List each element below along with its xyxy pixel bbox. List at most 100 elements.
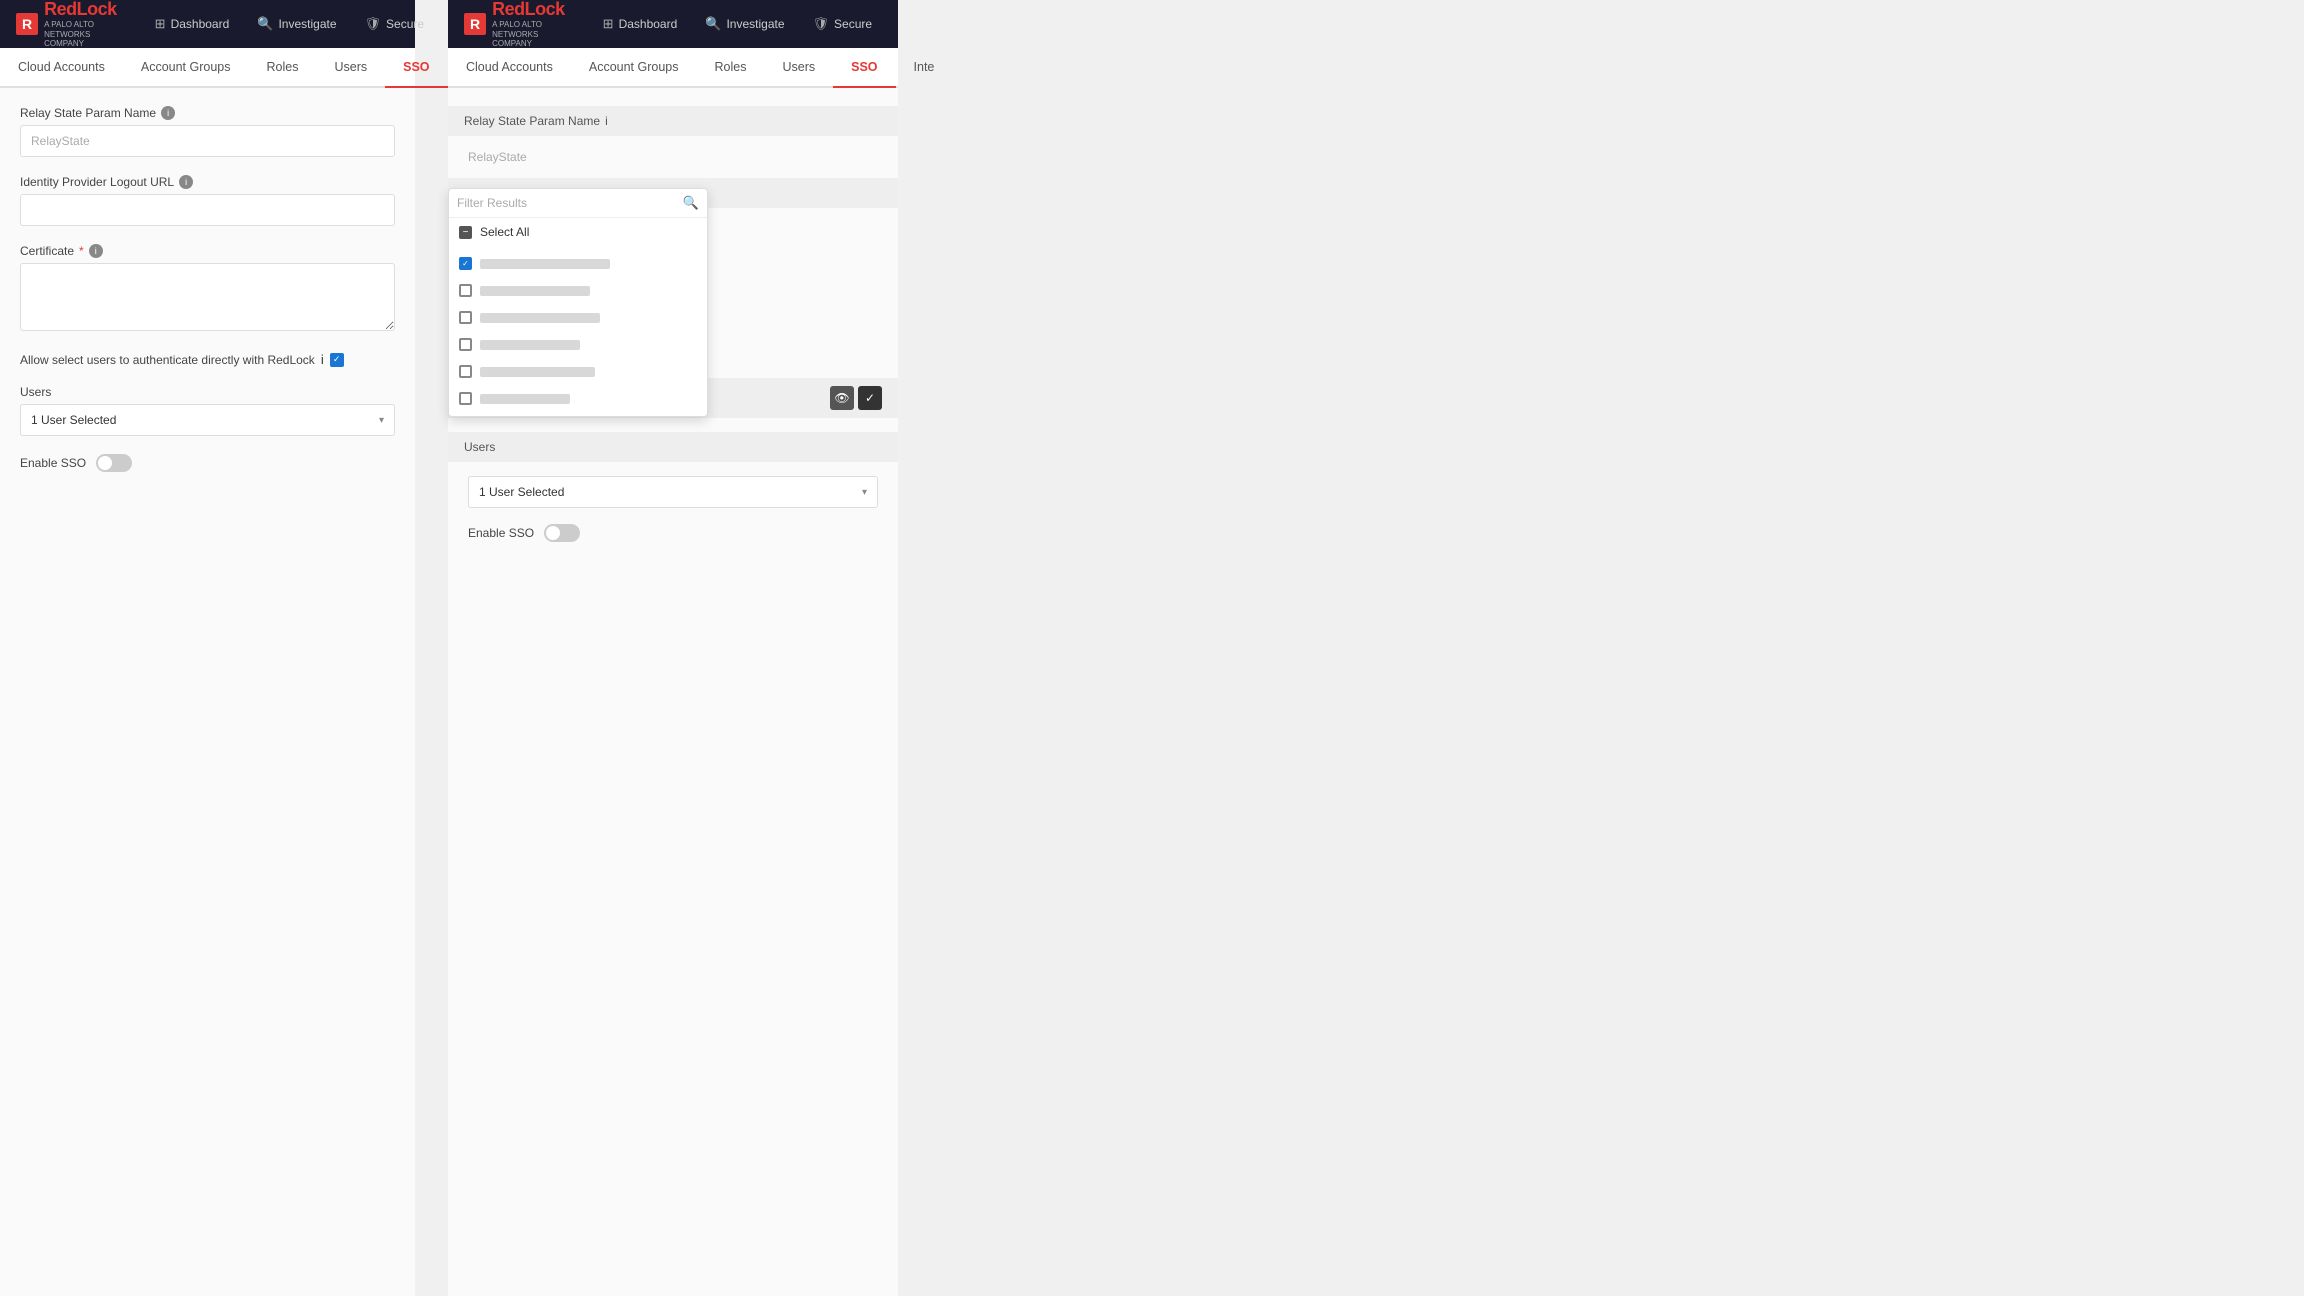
- certificate-info-icon-left[interactable]: i: [89, 244, 103, 258]
- certificate-group-left: Certificate * i: [20, 244, 395, 334]
- nav-dashboard-right[interactable]: ⊞ Dashboard: [589, 0, 692, 48]
- nav-secure-left[interactable]: 🛡 Secure: [351, 0, 439, 48]
- relay-state-info-icon-right[interactable]: i: [605, 114, 608, 128]
- nav-dashboard-left[interactable]: ⊞ Dashboard: [141, 0, 244, 48]
- subnav-cloud-accounts-right[interactable]: Cloud Accounts: [448, 48, 571, 88]
- popup-item-label-6: [480, 394, 570, 404]
- users-dropdown-value-left: 1 User Selected: [31, 413, 116, 427]
- allow-select-label-left: Allow select users to authenticate direc…: [20, 353, 315, 367]
- check-icon-button[interactable]: ✓: [858, 386, 882, 410]
- icon-buttons-area: 👁 ✓: [830, 386, 882, 410]
- dropdown-popup-right: 🔍 Select All: [448, 188, 708, 417]
- subnav-roles-right[interactable]: Roles: [697, 48, 765, 88]
- enable-sso-row-right: Enable SSO: [468, 524, 878, 542]
- enable-sso-label-right: Enable SSO: [468, 526, 534, 540]
- content-area-left: Relay State Param Name i Identity Provid…: [0, 88, 415, 1296]
- dashboard-icon-right: ⊞: [603, 16, 614, 32]
- users-dropdown-left[interactable]: 1 User Selected ▾: [20, 404, 395, 436]
- logo-right: R RedLock A PALO ALTO NETWORKS COMPANY: [464, 0, 565, 49]
- popup-select-all[interactable]: Select All: [449, 218, 707, 246]
- subnav-users-left[interactable]: Users: [316, 48, 385, 88]
- nav-investigate-label-right: Investigate: [726, 17, 784, 31]
- topbar-nav-right: ⊞ Dashboard 🔍 Investigate 🛡 Secure: [589, 0, 886, 48]
- idp-logout-info-icon-left[interactable]: i: [179, 175, 193, 189]
- users-dropdown-value-right: 1 User Selected: [479, 485, 564, 499]
- select-all-checkbox[interactable]: [459, 226, 472, 239]
- subnav-cloud-accounts-left[interactable]: Cloud Accounts: [0, 48, 123, 88]
- logo-text-left: RedLock: [44, 0, 117, 20]
- users-dropdown-right[interactable]: 1 User Selected ▾: [468, 476, 878, 508]
- eye-icon-button[interactable]: 👁: [830, 386, 854, 410]
- idp-logout-input-left[interactable]: [20, 194, 395, 226]
- certificate-label-left: Certificate * i: [20, 244, 395, 258]
- allow-select-info-icon-left[interactable]: i: [321, 352, 324, 367]
- subnav-users-right[interactable]: Users: [764, 48, 833, 88]
- investigate-icon-left: 🔍: [257, 16, 273, 32]
- logo-sub-right: A PALO ALTO NETWORKS COMPANY: [492, 20, 565, 49]
- popup-list-item[interactable]: [449, 358, 707, 385]
- logo-badge: R: [16, 13, 38, 35]
- popup-list-item[interactable]: [449, 277, 707, 304]
- popup-list-item[interactable]: [449, 304, 707, 331]
- popup-item-label-1: [480, 259, 610, 269]
- topbar-left: R RedLock A PALO ALTO NETWORKS COMPANY ⊞…: [0, 0, 415, 48]
- popup-item-checkbox-3[interactable]: [459, 311, 472, 324]
- relay-state-input-left[interactable]: [20, 125, 395, 157]
- popup-item-checkbox-5[interactable]: [459, 365, 472, 378]
- popup-item-label-5: [480, 367, 595, 377]
- logo-badge-right: R: [464, 13, 486, 35]
- allow-select-checkbox-left[interactable]: [330, 353, 344, 367]
- logo-left: R RedLock A PALO ALTO NETWORKS COMPANY: [16, 0, 117, 49]
- nav-secure-label-left: Secure: [386, 17, 424, 31]
- popup-item-checkbox-4[interactable]: [459, 338, 472, 351]
- logo-text-right: RedLock: [492, 0, 565, 20]
- enable-sso-toggle-right[interactable]: [544, 524, 580, 542]
- content-area-right: Relay State Param Name i RelayState Iden…: [448, 88, 898, 1296]
- subnav-right: Cloud Accounts Account Groups Roles User…: [448, 48, 898, 88]
- popup-item-label-2: [480, 286, 590, 296]
- topbar-right: R RedLock A PALO ALTO NETWORKS COMPANY ⊞…: [448, 0, 898, 48]
- idp-logout-group-left: Identity Provider Logout URL i: [20, 175, 395, 226]
- users-dropdown-chevron-left: ▾: [379, 415, 384, 426]
- popup-item-checkbox-1[interactable]: [459, 257, 472, 270]
- popup-list-item[interactable]: [449, 331, 707, 358]
- subnav-sso-right[interactable]: SSO: [833, 48, 895, 88]
- relay-state-label-left: Relay State Param Name i: [20, 106, 395, 120]
- relay-state-info-icon-left[interactable]: i: [161, 106, 175, 120]
- nav-investigate-label-left: Investigate: [278, 17, 336, 31]
- popup-item-label-3: [480, 313, 600, 323]
- popup-list-item[interactable]: [449, 250, 707, 277]
- enable-sso-label-left: Enable SSO: [20, 456, 86, 470]
- nav-dashboard-label-left: Dashboard: [171, 17, 230, 31]
- popup-item-checkbox-2[interactable]: [459, 284, 472, 297]
- subnav-sso-left[interactable]: SSO: [385, 48, 447, 88]
- subnav-account-groups-right[interactable]: Account Groups: [571, 48, 697, 88]
- investigate-icon-right: 🔍: [705, 16, 721, 32]
- subnav-inte-right[interactable]: Inte: [896, 48, 953, 88]
- dashboard-icon-left: ⊞: [155, 16, 166, 32]
- nav-investigate-right[interactable]: 🔍 Investigate: [691, 0, 798, 48]
- secure-icon-left: 🛡: [365, 16, 382, 32]
- nav-investigate-left[interactable]: 🔍 Investigate: [243, 0, 350, 48]
- popup-item-label-4: [480, 340, 580, 350]
- users-label-left: Users: [20, 385, 395, 399]
- subnav-left: Cloud Accounts Account Groups Roles User…: [0, 48, 415, 88]
- relay-state-value-right: RelayState: [468, 150, 878, 178]
- enable-sso-toggle-left[interactable]: [96, 454, 132, 472]
- users-dropdown-chevron-right: ▾: [862, 487, 867, 498]
- popup-filter-input[interactable]: [457, 196, 677, 210]
- subnav-account-groups-left[interactable]: Account Groups: [123, 48, 249, 88]
- subnav-roles-left[interactable]: Roles: [249, 48, 317, 88]
- certificate-textarea-left[interactable]: [20, 263, 395, 331]
- popup-list-item[interactable]: [449, 385, 707, 412]
- enable-sso-row-left: Enable SSO: [20, 454, 395, 472]
- popup-item-checkbox-6[interactable]: [459, 392, 472, 405]
- popup-search-area: 🔍: [449, 189, 707, 218]
- allow-select-row-left: Allow select users to authenticate direc…: [20, 352, 395, 367]
- idp-logout-label-left: Identity Provider Logout URL i: [20, 175, 395, 189]
- relay-state-group-left: Relay State Param Name i: [20, 106, 395, 157]
- popup-rows: [449, 246, 707, 416]
- nav-secure-right[interactable]: 🛡 Secure: [799, 0, 887, 48]
- nav-secure-label-right: Secure: [834, 17, 872, 31]
- logo-sub-left: A PALO ALTO NETWORKS COMPANY: [44, 20, 117, 49]
